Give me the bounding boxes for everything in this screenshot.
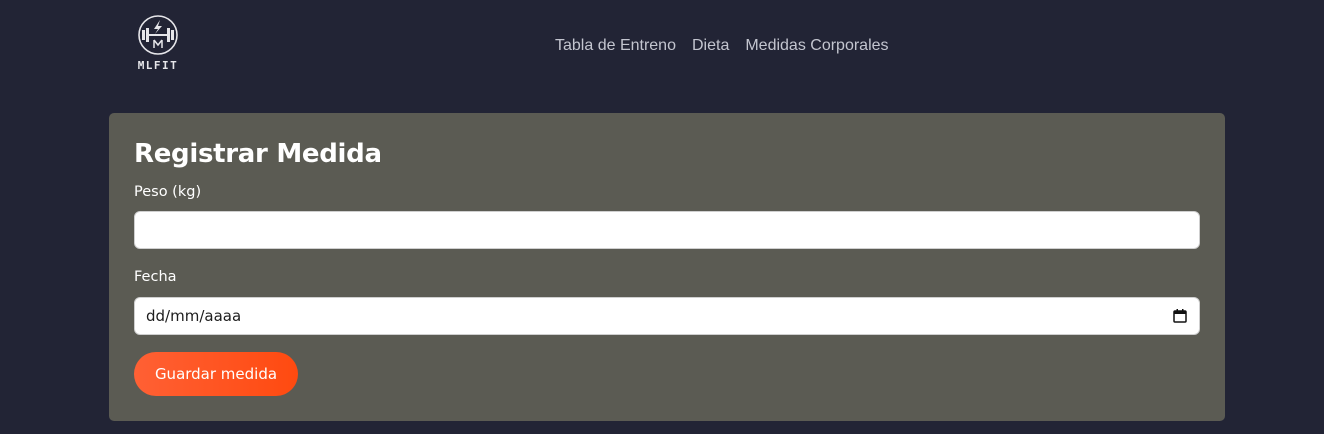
- brand-logo[interactable]: MLFIT: [136, 15, 182, 75]
- date-label: Fecha: [134, 269, 177, 285]
- navbar: MLFIT Tabla de Entreno Dieta Medidas Cor…: [0, 0, 1324, 92]
- register-measure-card: Registrar Medida Peso (kg) Fecha dd/mm/a…: [109, 113, 1225, 421]
- weight-input[interactable]: [134, 211, 1200, 249]
- weight-label: Peso (kg): [134, 184, 202, 200]
- date-input[interactable]: dd/mm/aaaa: [134, 297, 1200, 335]
- nav-item-tabla-de-entreno[interactable]: Tabla de Entreno: [555, 37, 676, 55]
- main-nav: Tabla de Entreno Dieta Medidas Corporale…: [555, 37, 889, 55]
- save-measure-button[interactable]: Guardar medida: [134, 352, 298, 396]
- dumbbell-lightning-icon: [138, 15, 178, 55]
- brand-name: MLFIT: [137, 59, 179, 72]
- calendar-icon[interactable]: [1172, 308, 1188, 324]
- nav-item-medidas-corporales[interactable]: Medidas Corporales: [745, 37, 888, 55]
- form-title: Registrar Medida: [134, 139, 382, 169]
- nav-item-dieta[interactable]: Dieta: [692, 37, 729, 55]
- date-input-placeholder: dd/mm/aaaa: [146, 307, 242, 325]
